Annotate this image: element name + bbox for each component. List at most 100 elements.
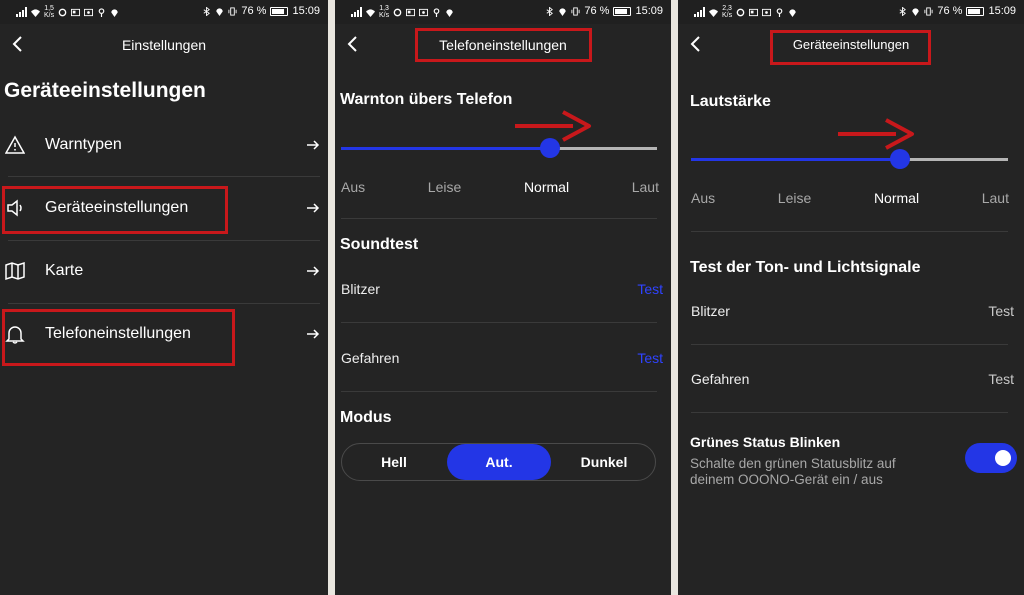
volume-slider-fill: [341, 147, 550, 150]
menu-item-label: Warntypen: [45, 136, 122, 153]
bluetooth-icon: [899, 6, 907, 16]
volume-level-leise[interactable]: Leise: [428, 179, 461, 195]
wifi-icon: [709, 8, 718, 17]
wifi-icon: [366, 8, 375, 17]
location-status-icon: [216, 7, 224, 16]
location-status-icon: [912, 7, 920, 16]
media-icon: [71, 8, 81, 16]
volume-slider-thumb[interactable]: [890, 149, 911, 169]
photo-icon: [84, 8, 94, 16]
test-button[interactable]: Test: [637, 281, 663, 297]
key-icon: [433, 7, 440, 17]
volume-level-labels: Aus Leise Normal Laut: [341, 179, 659, 195]
divider: [341, 391, 657, 392]
divider: [341, 322, 657, 323]
bluetooth-icon: [546, 6, 554, 16]
warning-icon: [5, 135, 25, 154]
network-speed: 2,3 K/s: [722, 5, 733, 19]
battery-percent: 76 %: [241, 5, 267, 17]
volume-level-aus[interactable]: Aus: [341, 179, 365, 195]
arrow-right-icon: [307, 140, 320, 150]
row-label: Gefahren: [341, 350, 400, 366]
mode-option-dunkel[interactable]: Dunkel: [552, 444, 656, 480]
nav-title: Einstellungen: [121, 37, 207, 53]
row-label: Gefahren: [691, 371, 750, 387]
clock: 15:09: [635, 5, 663, 17]
divider: [8, 303, 320, 304]
vibrate-icon: [228, 6, 237, 16]
divider: [8, 176, 320, 177]
toggle-knob: [995, 450, 1011, 466]
battery-icon: [966, 6, 985, 16]
photo-icon: [419, 8, 429, 16]
media-icon: [406, 8, 416, 16]
blink-toggle[interactable]: [965, 443, 1017, 473]
test-button[interactable]: Test: [637, 350, 663, 366]
battery-percent: 76 %: [937, 5, 963, 17]
screen-geraeteeinstellungen: 2,3 K/s 76 % 15:09 Geräteeinstellungen La…: [678, 0, 1024, 595]
highlight-box: [415, 28, 592, 62]
battery-icon: [613, 6, 632, 16]
volume-level-leise[interactable]: Leise: [778, 190, 811, 206]
test-button[interactable]: Test: [988, 371, 1014, 387]
wifi-icon: [31, 8, 40, 17]
test-row-blitzer: Blitzer Test: [678, 280, 1024, 348]
section-title-soundtest: Soundtest: [340, 236, 419, 253]
status-bar: 1,3 K/s 76 % 15:09: [335, 0, 671, 24]
arrow-right-icon: [307, 266, 320, 276]
divider: [691, 344, 1008, 345]
bluetooth-icon: [203, 6, 211, 16]
volume-slider-fill: [691, 158, 901, 161]
highlight-box: [2, 309, 235, 366]
signal-icon: [694, 7, 705, 17]
ring-icon: [736, 8, 745, 16]
menu-item-warntypen[interactable]: Warntypen: [0, 116, 328, 176]
status-bar: 2,3 K/s 76 % 15:09: [678, 0, 1024, 24]
divider: [8, 240, 320, 241]
section-title-modus: Modus: [340, 409, 392, 426]
media-icon: [749, 8, 759, 16]
blink-setting-description: Schalte den grünen Statusblitz auf deinem…: [690, 456, 896, 487]
signal-icon: [351, 7, 362, 17]
highlight-box: [2, 186, 228, 234]
network-speed: 1,3 K/s: [379, 5, 390, 19]
page-title: Geräteeinstellungen: [4, 79, 206, 102]
section-title-warnton: Warnton übers Telefon: [340, 91, 513, 108]
screen-einstellungen: 1,5 K/s 76 % 15:09 Einstellungen Geräteei…: [0, 0, 328, 595]
ring-icon: [58, 8, 67, 16]
volume-level-labels: Aus Leise Normal Laut: [691, 190, 1009, 206]
volume-level-laut[interactable]: Laut: [982, 190, 1009, 206]
volume-slider[interactable]: [341, 138, 657, 158]
vibrate-icon: [571, 6, 580, 16]
divider: [691, 231, 1008, 232]
volume-level-aus[interactable]: Aus: [691, 190, 715, 206]
signal-icon: [16, 7, 27, 17]
test-button[interactable]: Test: [988, 303, 1014, 319]
battery-icon: [270, 6, 289, 16]
section-title-lautstaerke: Lautstärke: [690, 93, 771, 110]
volume-slider[interactable]: [691, 149, 1008, 169]
screen-telefoneinstellungen: 1,3 K/s 76 % 15:09 Telefoneinstellungen W…: [335, 0, 671, 595]
map-icon: [5, 261, 25, 281]
network-speed: 1,5 K/s: [44, 5, 55, 19]
battery-percent: 76 %: [584, 5, 610, 17]
volume-level-laut[interactable]: Laut: [632, 179, 659, 195]
section-title-test: Test der Ton- und Lichtsignale: [690, 259, 921, 276]
location-icon: [111, 8, 118, 17]
location-icon: [789, 8, 796, 17]
photo-icon: [762, 8, 772, 16]
mode-option-hell[interactable]: Hell: [342, 444, 446, 480]
test-row-gefahren: Gefahren Test: [678, 348, 1024, 416]
clock: 15:09: [292, 5, 320, 17]
menu-item-karte[interactable]: Karte: [0, 242, 328, 302]
clock: 15:09: [988, 5, 1016, 17]
vibrate-icon: [924, 6, 933, 16]
annotation-arrow: [838, 118, 914, 150]
volume-level-normal[interactable]: Normal: [874, 190, 919, 206]
mode-option-aut[interactable]: Aut.: [447, 444, 551, 480]
volume-level-normal[interactable]: Normal: [524, 179, 569, 195]
blink-setting-title: Grünes Status Blinken: [690, 434, 841, 450]
volume-slider-thumb[interactable]: [539, 138, 560, 158]
arrow-right-icon: [307, 203, 320, 213]
divider: [691, 412, 1008, 413]
